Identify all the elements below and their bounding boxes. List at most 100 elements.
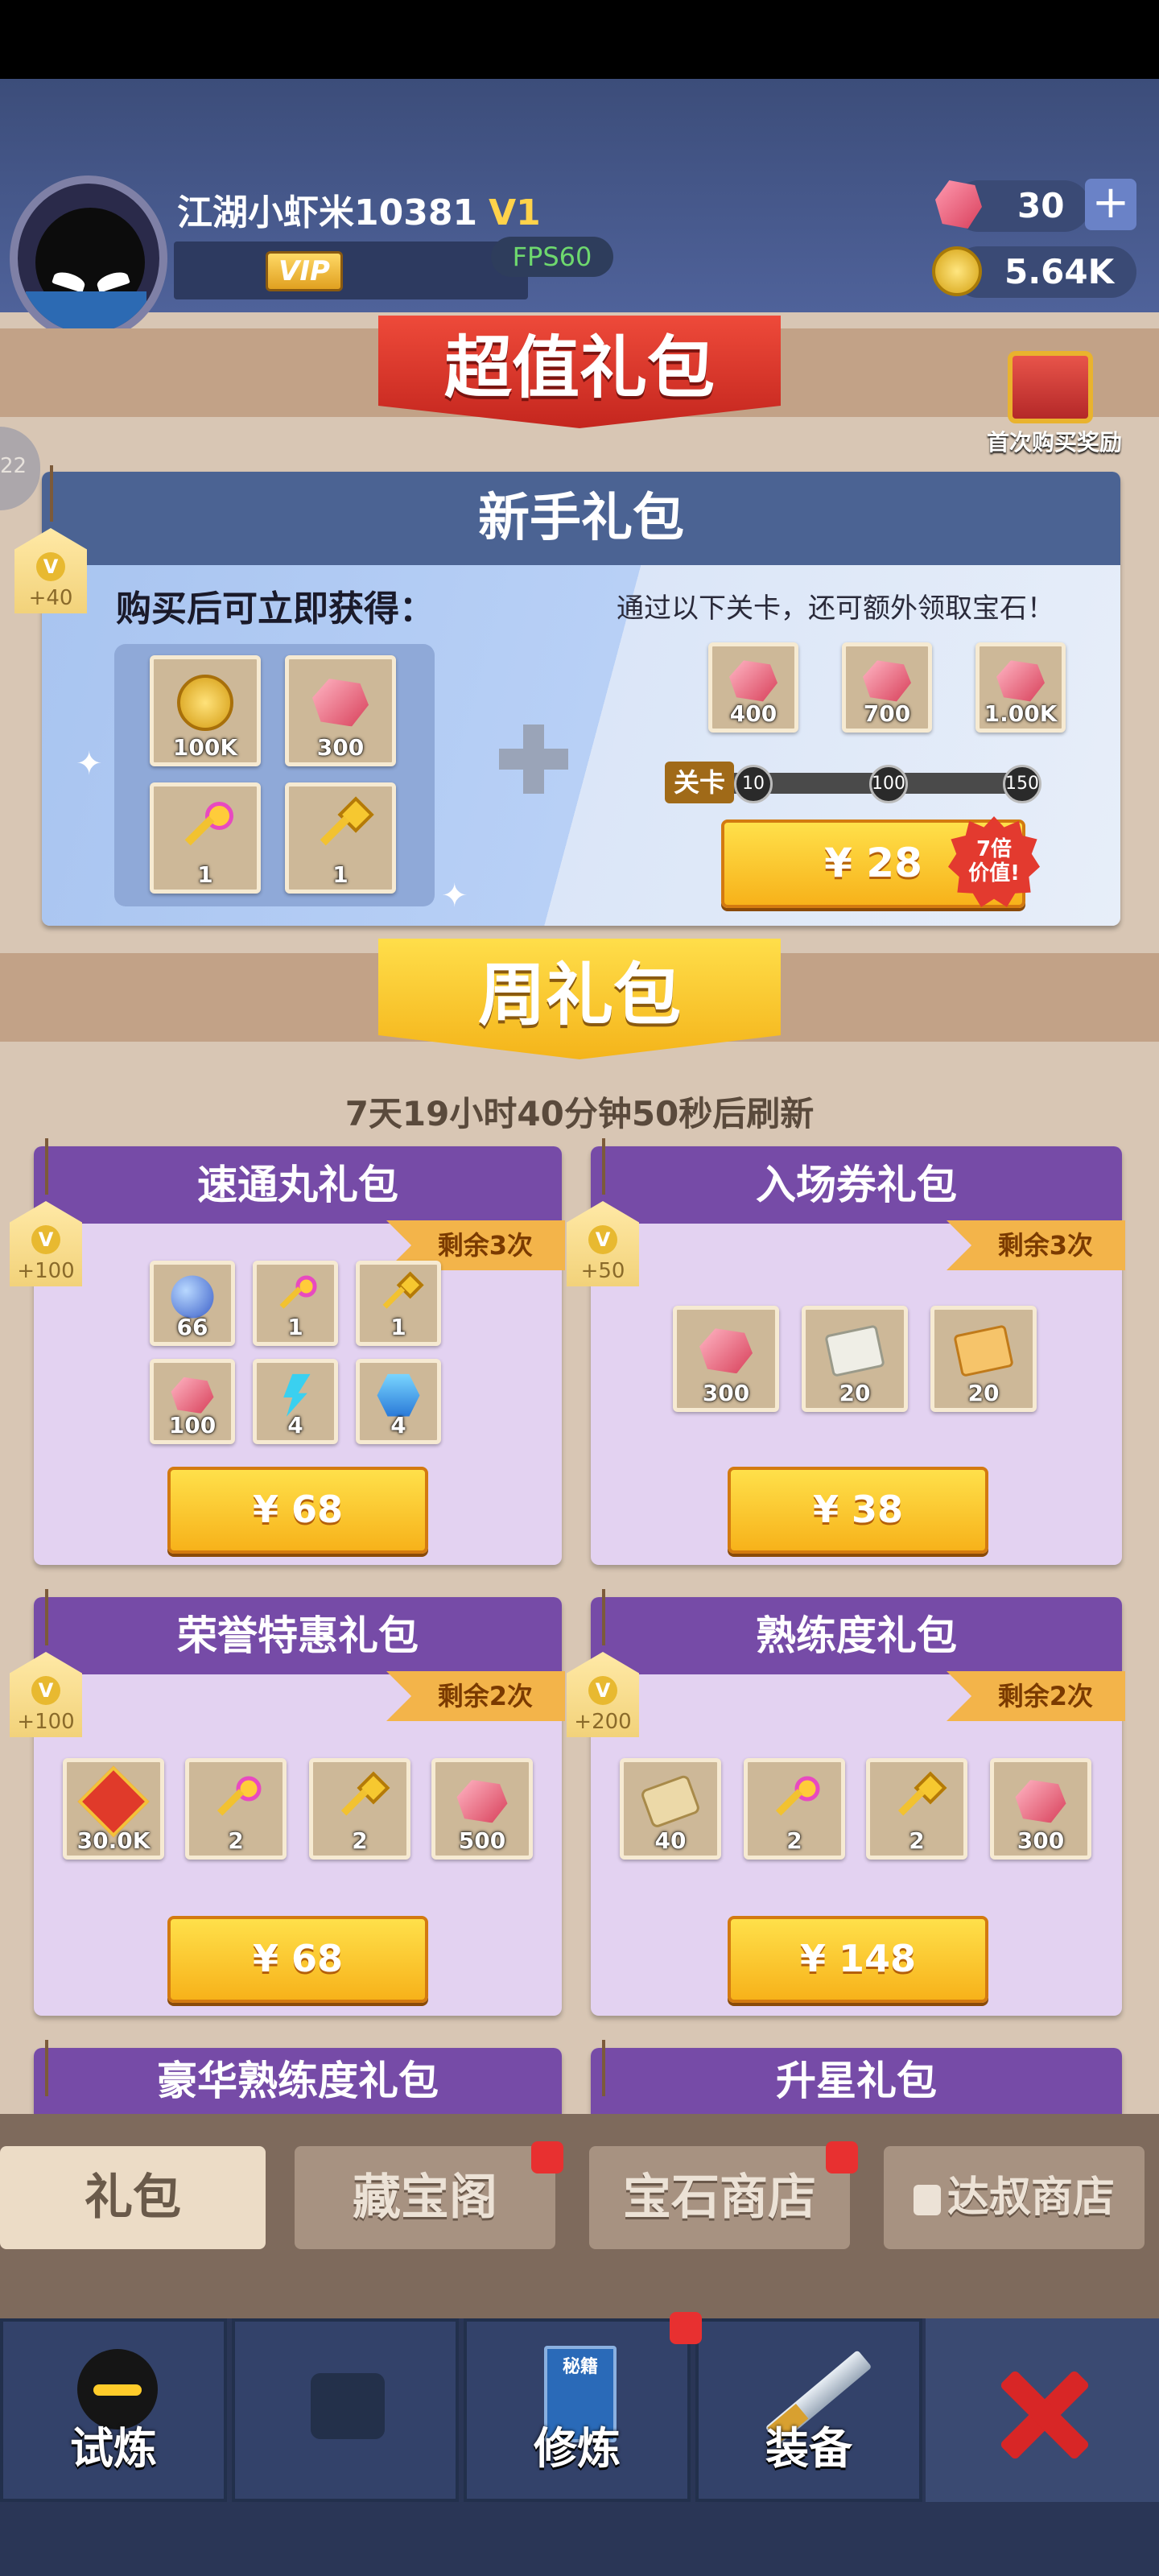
pack-item[interactable]: 66 bbox=[150, 1261, 235, 1346]
book-title: 秘籍 bbox=[562, 2357, 598, 2377]
parchment-icon bbox=[639, 1773, 702, 1830]
pack-item[interactable]: 20 bbox=[802, 1306, 908, 1412]
avatar-eye-left bbox=[52, 269, 87, 293]
pack-item[interactable]: 2 bbox=[309, 1758, 410, 1860]
pack-item[interactable]: 40 bbox=[620, 1758, 721, 1860]
gold-key-icon bbox=[335, 1771, 390, 1827]
gold-key-icon bbox=[377, 1271, 424, 1319]
pack-buy-button[interactable]: ¥ 68 bbox=[167, 1467, 428, 1554]
notification-dot bbox=[531, 2141, 563, 2174]
tag-string bbox=[45, 1138, 48, 1195]
lock-icon bbox=[913, 2185, 941, 2215]
close-icon[interactable] bbox=[995, 2367, 1091, 2463]
pack-item[interactable]: 1 bbox=[356, 1261, 441, 1346]
remaining-count-badge: 剩余3次 bbox=[947, 1220, 1125, 1270]
bottom-nav-item[interactable] bbox=[232, 2318, 459, 2502]
vip-points-value: +50 bbox=[580, 1259, 625, 1283]
orange-scroll-icon bbox=[953, 1324, 1014, 1377]
pink-key-icon bbox=[769, 1776, 820, 1827]
stage-reward-item[interactable]: 400 bbox=[708, 642, 798, 733]
pack-buy-button[interactable]: ¥ 38 bbox=[728, 1467, 988, 1554]
pack-item[interactable]: 4 bbox=[253, 1359, 338, 1444]
item-count: 40 bbox=[654, 1827, 687, 1854]
blue-crystal-icon bbox=[377, 1373, 420, 1417]
shop-tab-label: 宝石商店 bbox=[623, 2169, 816, 2226]
stage-reward-item[interactable]: 700 bbox=[842, 642, 932, 733]
pink-key-icon bbox=[211, 1776, 262, 1827]
tag-string bbox=[45, 2040, 48, 2096]
vip-badge[interactable]: VIP bbox=[266, 251, 343, 291]
v-coin-icon: V bbox=[588, 1676, 617, 1705]
pack-title: 升星礼包 bbox=[591, 2048, 1122, 2114]
item-count: 500 bbox=[458, 1827, 506, 1854]
pack-card: 升星礼包 bbox=[591, 2048, 1122, 2114]
player-info-bar bbox=[174, 242, 528, 299]
pack-buy-button[interactable]: ¥ 68 bbox=[167, 1916, 428, 2003]
status-bar bbox=[0, 0, 1159, 79]
shop-tab[interactable]: 达叔商店 bbox=[884, 2146, 1145, 2249]
item-count: 4 bbox=[287, 1412, 303, 1439]
v-coin-icon: V bbox=[588, 1225, 617, 1254]
gem-icon bbox=[996, 660, 1045, 702]
player-avatar[interactable] bbox=[10, 175, 167, 341]
shop-tab[interactable]: 宝石商店 bbox=[589, 2146, 850, 2249]
item-count: 100 bbox=[168, 1412, 217, 1439]
reward-item[interactable]: 1 bbox=[285, 782, 396, 894]
weekly-pack-title: 周礼包 bbox=[378, 939, 781, 1059]
pack-item[interactable]: 300 bbox=[990, 1758, 1091, 1860]
item-count: 20 bbox=[839, 1380, 871, 1406]
item-count: 2 bbox=[352, 1827, 368, 1854]
plus-icon bbox=[499, 724, 568, 794]
bottom-nav-item[interactable]: 试炼 bbox=[0, 2318, 227, 2502]
item-count: 1.00K bbox=[984, 700, 1058, 727]
pack-item[interactable]: 1 bbox=[253, 1261, 338, 1346]
gem-count: 30 bbox=[1017, 186, 1065, 225]
item-count: 700 bbox=[863, 700, 911, 727]
stage-reward-label: 通过以下关卡，还可额外领取宝石！ bbox=[617, 592, 1054, 625]
notification-dot bbox=[826, 2141, 858, 2174]
stage-label: 关卡 bbox=[665, 762, 734, 803]
tag-string bbox=[602, 1138, 605, 1195]
newbie-pack-title: 新手礼包 bbox=[42, 472, 1120, 565]
nav-label: 装备 bbox=[765, 2423, 852, 2474]
pack-item[interactable]: 30.0K bbox=[63, 1758, 164, 1860]
stage-reward-item[interactable]: 1.00K bbox=[975, 642, 1066, 733]
gem-icon bbox=[863, 660, 911, 702]
bottom-nav-item[interactable]: 装备 bbox=[695, 2318, 922, 2502]
pack-title: 熟练度礼包 bbox=[591, 1597, 1122, 1674]
tag-string bbox=[50, 465, 53, 522]
item-count: 30.0K bbox=[76, 1827, 151, 1854]
first-purchase-reward-label: 首次购买奖励 bbox=[986, 429, 1122, 456]
item-count: 2 bbox=[228, 1827, 244, 1854]
shop-tab-label: 礼包 bbox=[85, 2169, 181, 2226]
vip-points-value: +100 bbox=[17, 1710, 75, 1734]
add-gems-button[interactable]: + bbox=[1085, 179, 1136, 230]
pack-item[interactable]: 500 bbox=[431, 1758, 533, 1860]
bottom-nav-item[interactable]: 秘籍 修炼 bbox=[464, 2318, 691, 2502]
pack-item[interactable]: 2 bbox=[744, 1758, 845, 1860]
pack-buy-button[interactable]: ¥ 148 bbox=[728, 1916, 988, 2003]
item-count: 2 bbox=[909, 1827, 925, 1854]
shop-tab[interactable]: 礼包 bbox=[0, 2146, 266, 2249]
pack-item[interactable]: 2 bbox=[866, 1758, 967, 1860]
shop-tab-label: 达叔商店 bbox=[947, 2174, 1115, 2222]
shop-tab[interactable]: 藏宝阁 bbox=[295, 2146, 555, 2249]
pack-item[interactable]: 300 bbox=[673, 1306, 779, 1412]
pack-title: 荣誉特惠礼包 bbox=[34, 1597, 562, 1674]
vip-points-value: +200 bbox=[574, 1710, 632, 1734]
blue-orb-icon bbox=[171, 1275, 214, 1319]
stage-node: 150 bbox=[1003, 765, 1041, 803]
side-scroll-handle[interactable]: 22 bbox=[0, 427, 40, 510]
reward-item[interactable]: 1 bbox=[150, 782, 261, 894]
pack-item[interactable]: 2 bbox=[185, 1758, 287, 1860]
item-count: 1 bbox=[287, 1314, 303, 1340]
pack-item[interactable]: 4 bbox=[356, 1359, 441, 1444]
reward-item[interactable]: 100K bbox=[150, 655, 261, 766]
pink-key-icon bbox=[274, 1275, 317, 1319]
vip-points-value: +40 bbox=[28, 586, 73, 610]
pack-item[interactable]: 20 bbox=[930, 1306, 1037, 1412]
treasure-chest-icon[interactable] bbox=[1008, 351, 1093, 423]
reward-item[interactable]: 300 bbox=[285, 655, 396, 766]
item-count: 300 bbox=[316, 734, 365, 761]
pack-item[interactable]: 100 bbox=[150, 1359, 235, 1444]
